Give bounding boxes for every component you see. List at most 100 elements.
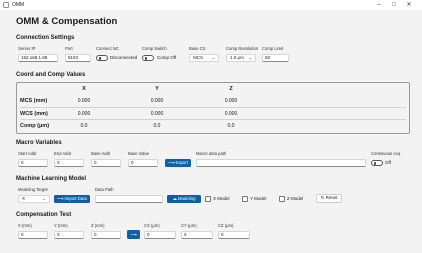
comp-y-value: 0.0 bbox=[153, 123, 161, 129]
comp-limit-label: Comp Limit bbox=[262, 46, 284, 51]
base-value-label: Base Value bbox=[128, 151, 150, 156]
y-mm-label: Y (mm) bbox=[54, 223, 68, 228]
row-label-mcs: MCS (mm) bbox=[20, 98, 48, 104]
macro-data-path-label: Macro data path bbox=[196, 151, 227, 156]
ml-heading: Machine Learning Model bbox=[16, 176, 87, 182]
wcs-z-value: 0.000 bbox=[224, 111, 238, 117]
arrow-right-icon: ⟶ bbox=[168, 160, 175, 165]
cloud-icon: ☁ bbox=[172, 196, 177, 201]
page-title: OMM & Compensation bbox=[16, 16, 118, 27]
comp-resolution-select[interactable]: 1.0 μm ⌄ bbox=[226, 54, 256, 62]
port-input[interactable]: 8193 bbox=[65, 54, 91, 62]
ml-data-path-label: Data Path bbox=[95, 187, 114, 192]
continuous-acq-toggle[interactable] bbox=[371, 160, 383, 166]
base-cs-value: MCS bbox=[193, 55, 203, 60]
title-bar bbox=[0, 0, 422, 10]
import-data-button[interactable]: ⟶ Import Data bbox=[54, 195, 90, 203]
comp-x-value: 0.0 bbox=[80, 123, 88, 129]
base-cs-label: Base CS bbox=[189, 46, 206, 51]
continuous-acq-state: Off bbox=[385, 160, 391, 165]
chevron-down-icon: ⌄ bbox=[248, 55, 252, 60]
modeling-target-value: X bbox=[22, 196, 26, 201]
port-label: Port bbox=[65, 46, 73, 51]
connect-nc-label: Connect NC bbox=[96, 46, 119, 51]
x-mm-label: X (mm) bbox=[18, 223, 32, 228]
wcs-y-value: 0.000 bbox=[150, 111, 164, 117]
chevron-down-icon: ⌄ bbox=[42, 196, 46, 201]
modeling-target-select[interactable]: X ⌄ bbox=[18, 195, 50, 203]
import-data-button-label: Import Data bbox=[64, 196, 87, 201]
macro-heading: Macro Variables bbox=[16, 140, 62, 146]
end-addr-input[interactable]: 0 bbox=[54, 159, 84, 167]
comp-switch-state: Comp Off bbox=[157, 55, 177, 60]
modeling-button-label: Modeling bbox=[178, 196, 196, 201]
arrow-right-icon: ⟶ bbox=[57, 196, 64, 201]
continuous-acq-label: Continuous Acq bbox=[371, 151, 401, 156]
run-test-button[interactable]: ⟶ bbox=[127, 230, 140, 239]
comp-test-heading: Compensation Test bbox=[16, 212, 72, 218]
start-addr-input[interactable]: 0 bbox=[18, 159, 48, 167]
base-addr-input[interactable]: 0 bbox=[91, 159, 121, 167]
y-model-label: Y Model bbox=[250, 196, 267, 201]
wcs-x-value: 0.000 bbox=[77, 111, 91, 117]
z-model-checkbox[interactable] bbox=[279, 196, 285, 202]
connection-heading: Connection Settings bbox=[16, 35, 75, 41]
row-divider bbox=[20, 119, 406, 120]
close-button[interactable]: ✕ bbox=[404, 0, 414, 10]
arrow-right-icon: ⟶ bbox=[130, 232, 137, 237]
ml-data-path-input[interactable] bbox=[95, 195, 163, 203]
z-mm-input[interactable]: 0 bbox=[91, 231, 121, 239]
y-mm-input[interactable]: 0 bbox=[54, 231, 84, 239]
comp-resolution-value: 1.0 μm bbox=[230, 55, 244, 60]
coords-heading: Coord and Comp Values bbox=[16, 72, 86, 78]
mcs-y-value: 0.000 bbox=[150, 98, 164, 104]
comp-resolution-label: Comp Resolution bbox=[226, 46, 259, 51]
column-header-z: Z bbox=[229, 86, 233, 92]
connect-nc-toggle[interactable] bbox=[96, 55, 108, 61]
cy-label: CY (μm) bbox=[181, 223, 197, 228]
modeling-button[interactable]: ☁ Modeling bbox=[167, 195, 201, 203]
mcs-x-value: 0.000 bbox=[77, 98, 91, 104]
z-mm-label: Z (mm) bbox=[91, 223, 105, 228]
window-title: OMM bbox=[12, 2, 25, 8]
cz-input[interactable]: 0 bbox=[218, 231, 250, 239]
comp-switch-toggle[interactable] bbox=[142, 55, 154, 61]
x-model-label: X Model bbox=[213, 196, 230, 201]
cy-input[interactable]: 0 bbox=[181, 231, 213, 239]
start-addr-label: Start Addr bbox=[18, 151, 37, 156]
connect-nc-state: Disconnected bbox=[110, 55, 138, 60]
server-ip-input[interactable]: 192.168.1.88 bbox=[18, 54, 58, 62]
row-label-wcs: WCS (mm) bbox=[20, 111, 48, 117]
base-cs-select[interactable]: MCS ⌄ bbox=[189, 54, 219, 62]
x-mm-input[interactable]: 0 bbox=[18, 231, 48, 239]
y-model-checkbox[interactable] bbox=[242, 196, 248, 202]
z-model-label: Z Model bbox=[287, 196, 304, 201]
export-button[interactable]: ⟶ Export bbox=[165, 159, 191, 167]
comp-limit-input[interactable]: 50 bbox=[262, 54, 289, 62]
server-ip-label: Server IP bbox=[18, 46, 36, 51]
reset-button-label: Reset bbox=[325, 195, 338, 200]
cx-input[interactable]: 0 bbox=[144, 231, 176, 239]
comp-z-value: 0.0 bbox=[227, 123, 235, 129]
column-header-x: X bbox=[82, 86, 86, 92]
mcs-z-value: 0.000 bbox=[224, 98, 238, 104]
app-icon bbox=[3, 2, 9, 8]
export-button-label: Export bbox=[175, 160, 188, 165]
column-header-y: Y bbox=[155, 86, 159, 92]
minimize-button[interactable]: – bbox=[374, 0, 384, 10]
row-label-comp: Comp (μm) bbox=[20, 123, 50, 129]
macro-data-path-input[interactable] bbox=[196, 159, 366, 167]
end-addr-label: End Addr bbox=[54, 151, 72, 156]
chevron-down-icon: ⌄ bbox=[211, 55, 215, 60]
base-addr-label: Base Addr bbox=[91, 151, 111, 156]
refresh-icon: ↻ bbox=[320, 195, 325, 200]
modeling-target-label: Modeling Target bbox=[18, 187, 48, 192]
cx-label: CX (μm) bbox=[144, 223, 160, 228]
maximize-button[interactable]: □ bbox=[389, 0, 399, 10]
comp-switch-label: Comp Switch bbox=[142, 46, 167, 51]
reset-button[interactable]: ↻ Reset bbox=[316, 194, 342, 203]
x-model-checkbox[interactable] bbox=[205, 196, 211, 202]
cz-label: CZ (μm) bbox=[218, 223, 234, 228]
base-value-input[interactable]: 0 bbox=[128, 159, 158, 167]
row-divider bbox=[20, 107, 406, 108]
